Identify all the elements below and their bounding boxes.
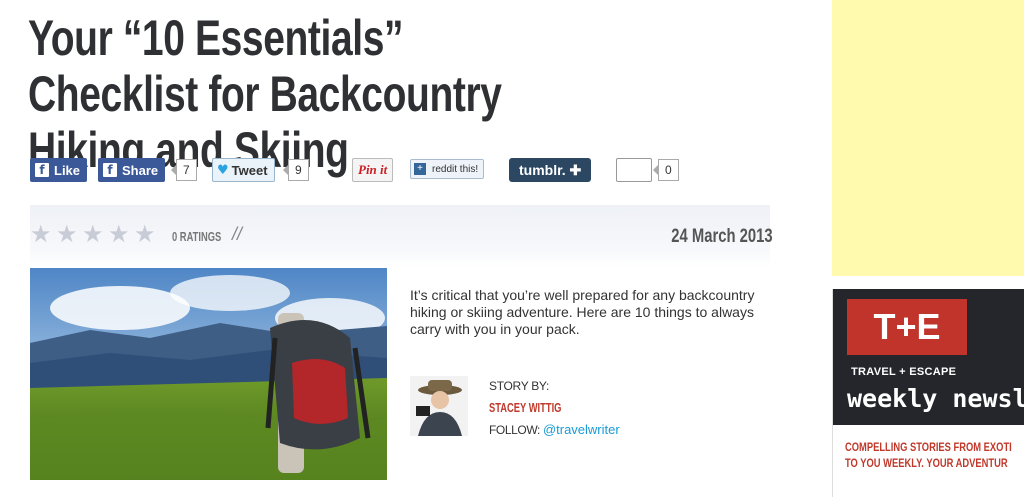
facebook-icon: f — [103, 163, 117, 177]
tweet-button[interactable]: ♥ Tweet — [212, 158, 275, 182]
promo-subtitle: TRAVEL + ESCAPE — [851, 366, 957, 378]
pinterest-pin-button[interactable]: Pin it — [352, 158, 394, 182]
ratings-count: 0 RATINGS — [172, 229, 222, 244]
newsletter-banner[interactable]: T+E TRAVEL + ESCAPE weekly newsl — [833, 289, 1024, 425]
reddit-label: reddit this! — [432, 163, 479, 175]
extra-share-count: 0 — [653, 159, 679, 181]
hero-image-backpack-mountains — [30, 268, 387, 480]
newsletter-promo[interactable]: T+E TRAVEL + ESCAPE weekly newsl COMPELL… — [832, 289, 1024, 497]
reddit-button[interactable]: + reddit this! — [410, 159, 485, 179]
article-date: 24 March 2013 — [671, 226, 773, 247]
twitter-handle-link[interactable]: @travelwriter — [543, 422, 620, 437]
facebook-like-button[interactable]: f Like — [30, 158, 88, 182]
follow-line: FOLLOW: @travelwriter — [489, 422, 620, 437]
meta-divider: // — [232, 224, 243, 244]
twitter-bird-icon: ♥ — [217, 162, 229, 178]
share-count: 7 — [171, 159, 197, 181]
promo-line: COMPELLING STORIES FROM EXOTI — [845, 440, 1012, 454]
star-icon[interactable]: ★ — [108, 221, 134, 247]
promo-description: COMPELLING STORIES FROM EXOTI TO YOU WEE… — [845, 439, 1024, 471]
reddit-icon: + — [414, 163, 426, 175]
facebook-icon: f — [35, 163, 49, 177]
tumblr-button[interactable]: tumblr. ✚ — [509, 158, 592, 182]
like-label: Like — [54, 162, 81, 178]
star-icon[interactable]: ★ — [134, 221, 160, 247]
star-icon[interactable]: ★ — [56, 221, 82, 247]
star-rating[interactable]: ★ ★ ★ ★ ★ — [30, 221, 160, 247]
follow-label: FOLLOW: — [489, 423, 543, 437]
share-label: Share — [122, 162, 159, 178]
article-title: Your “10 Essentials” Checklist for Backc… — [28, 10, 502, 178]
article-intro: It’s critical that you’re well prepared … — [410, 287, 755, 337]
promo-line: TO YOU WEEKLY. YOUR ADVENTUR — [845, 456, 1008, 470]
promo-heading: weekly newsl — [847, 384, 1024, 413]
advertisement-slot[interactable] — [832, 0, 1024, 276]
author-name-link[interactable]: STACEY WITTIG — [489, 400, 561, 415]
author-avatar — [410, 376, 468, 436]
travel-escape-logo: T+E — [847, 299, 967, 355]
star-icon[interactable]: ★ — [82, 221, 108, 247]
extra-share-button[interactable] — [616, 158, 652, 182]
facebook-share-button[interactable]: f Share — [98, 158, 166, 182]
story-by-label: STORY BY: — [489, 379, 550, 393]
star-icon[interactable]: ★ — [30, 221, 56, 247]
tweet-count: 9 — [283, 159, 309, 181]
tweet-label: Tweet — [231, 162, 268, 178]
